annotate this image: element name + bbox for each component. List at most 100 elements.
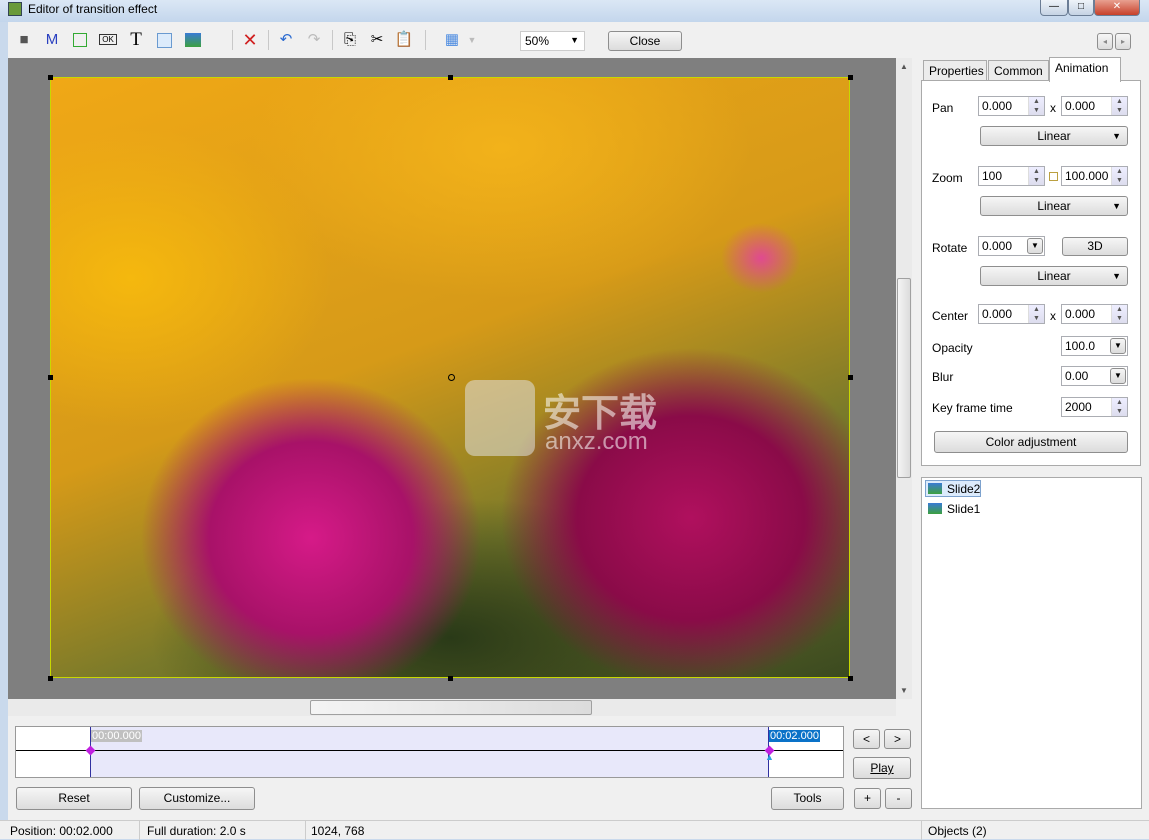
resize-handle[interactable] [448, 676, 453, 681]
redo-icon[interactable]: ↷ [304, 30, 324, 50]
resize-handle[interactable] [48, 676, 53, 681]
resize-handle[interactable] [448, 75, 453, 80]
zoom-y-value: 100.000 [1065, 169, 1109, 183]
tab-properties[interactable]: Properties [923, 60, 987, 81]
spinner-icon[interactable]: ▲ ▼ [1111, 398, 1127, 416]
play-button[interactable]: Play [853, 757, 911, 779]
watermark-subtext: anxz.com [545, 428, 648, 455]
tab-common[interactable]: Common [988, 60, 1049, 81]
center-y-input[interactable]: 0.000 ▲ ▼ [1061, 304, 1128, 324]
remove-keyframe-button[interactable]: - [885, 788, 912, 809]
scrollbar-thumb[interactable] [897, 278, 911, 478]
status-objects: Objects (2) [928, 824, 987, 838]
rotate-select[interactable]: 0.000 ▼ [978, 236, 1045, 256]
center-x-input[interactable]: 0.000 ▲ ▼ [978, 304, 1045, 324]
prev-keyframe-button[interactable]: < [853, 729, 880, 749]
grid-icon[interactable]: ▦ [442, 30, 462, 50]
scrollbar-thumb[interactable] [310, 700, 592, 715]
text-icon[interactable]: T [126, 30, 146, 50]
zoom-x-value: 100 [982, 169, 1003, 183]
pan-x-input[interactable]: 0.000 ▲ ▼ [978, 96, 1045, 116]
opacity-select[interactable]: 100.0 ▼ [1061, 336, 1128, 356]
close-window-button[interactable]: ✕ [1094, 0, 1140, 16]
status-divider [139, 821, 140, 840]
watermark: 安下载 anxz.com [465, 380, 685, 460]
scroll-right-button[interactable]: ▸ [1115, 33, 1131, 50]
toolbar-separator [425, 30, 426, 50]
pan-mode-select[interactable]: Linear ▼ [980, 126, 1128, 146]
mask-icon[interactable]: M [42, 30, 62, 50]
resize-handle[interactable] [848, 75, 853, 80]
cut-icon[interactable]: ✂ [367, 30, 387, 50]
spinner-icon[interactable]: ▲ ▼ [1111, 167, 1127, 185]
pan-y-value: 0.000 [1065, 99, 1096, 113]
delete-icon[interactable]: ✕ [240, 30, 260, 50]
spinner-icon[interactable]: ▲ ▼ [1028, 167, 1044, 185]
horizontal-scrollbar[interactable] [8, 699, 896, 716]
image-icon[interactable] [182, 30, 202, 50]
chevron-down-icon: ▼ [1112, 271, 1121, 281]
paste-icon[interactable]: 📋 [394, 30, 414, 50]
image-icon [928, 483, 942, 494]
copy-icon[interactable]: ⎘ [340, 30, 360, 50]
blur-select[interactable]: 0.00 ▼ [1061, 366, 1128, 386]
zoom-link-checkbox[interactable] [1049, 172, 1058, 181]
start-time: 00:00.000 [91, 730, 142, 742]
window-title: Editor of transition effect [28, 2, 158, 16]
scroll-left-button[interactable]: ◂ [1097, 33, 1113, 50]
resize-handle[interactable] [48, 375, 53, 380]
center-label: Center [932, 309, 969, 323]
tools-button[interactable]: Tools [771, 787, 844, 810]
resize-handle[interactable] [848, 676, 853, 681]
spinner-icon[interactable]: ▲ ▼ [1028, 97, 1044, 115]
grid-dropdown-icon[interactable]: ▼ [462, 30, 482, 50]
add-keyframe-button[interactable]: + [854, 788, 881, 809]
rotate-mode-select[interactable]: Linear ▼ [980, 266, 1128, 286]
keyframe-time-input[interactable]: 2000 ▲ ▼ [1061, 397, 1128, 417]
button-icon-label: OK [99, 34, 117, 45]
zoom-x-input[interactable]: 100 ▲ ▼ [978, 166, 1045, 186]
chevron-down-icon[interactable]: ▼ [1110, 368, 1126, 384]
resize-handle[interactable] [848, 375, 853, 380]
zoom-mode-select[interactable]: Linear ▼ [980, 196, 1128, 216]
rotate-mode-value: Linear [1037, 269, 1071, 283]
color-adjustment-button[interactable]: Color adjustment [934, 431, 1128, 453]
rectangle-icon[interactable] [70, 30, 90, 50]
chevron-down-icon[interactable]: ▼ [1027, 238, 1043, 254]
timeline[interactable]: 00:00.000 00:02.000 ▲ [15, 726, 844, 778]
vertical-scrollbar[interactable]: ▲ ▼ [896, 58, 912, 699]
title-bar [0, 0, 1149, 22]
reset-button[interactable]: Reset [16, 787, 132, 810]
spinner-icon[interactable]: ▲ ▼ [1028, 305, 1044, 323]
zoom-mode-value: Linear [1037, 199, 1071, 213]
scroll-down-icon[interactable]: ▼ [900, 686, 908, 695]
app-icon [8, 2, 22, 16]
spinner-icon[interactable]: ▲ ▼ [1111, 97, 1127, 115]
center-handle[interactable] [448, 374, 455, 381]
opacity-label: Opacity [932, 341, 973, 355]
resize-handle[interactable] [48, 75, 53, 80]
zoom-value: 50% [525, 34, 550, 48]
customize-button[interactable]: Customize... [139, 787, 255, 810]
maximize-button[interactable]: □ [1068, 0, 1094, 16]
3d-button[interactable]: 3D [1062, 237, 1128, 256]
status-bar: Position: 00:02.000 Full duration: 2.0 s… [0, 820, 1149, 840]
close-button[interactable]: Close [608, 31, 682, 51]
timeline-track [16, 750, 843, 751]
undo-icon[interactable]: ↶ [276, 30, 296, 50]
next-keyframe-button[interactable]: > [884, 729, 911, 749]
frame-icon[interactable] [154, 30, 174, 50]
camera-icon[interactable]: ■ [14, 30, 34, 50]
zoom-select[interactable]: 50% ▼ [520, 31, 585, 51]
tab-animation[interactable]: Animation [1049, 57, 1121, 82]
button-icon[interactable]: OK [98, 30, 118, 50]
spinner-icon[interactable]: ▲ ▼ [1111, 305, 1127, 323]
scroll-up-icon[interactable]: ▲ [900, 62, 908, 71]
playhead-icon[interactable]: ▲ [765, 752, 774, 762]
minimize-button[interactable]: — [1040, 0, 1068, 16]
pan-y-input[interactable]: 0.000 ▲ ▼ [1061, 96, 1128, 116]
chevron-down-icon[interactable]: ▼ [1110, 338, 1126, 354]
end-time: 00:02.000 [769, 730, 820, 742]
zoom-y-input[interactable]: 100.000 ▲ ▼ [1061, 166, 1128, 186]
timeline-range[interactable] [90, 727, 769, 777]
